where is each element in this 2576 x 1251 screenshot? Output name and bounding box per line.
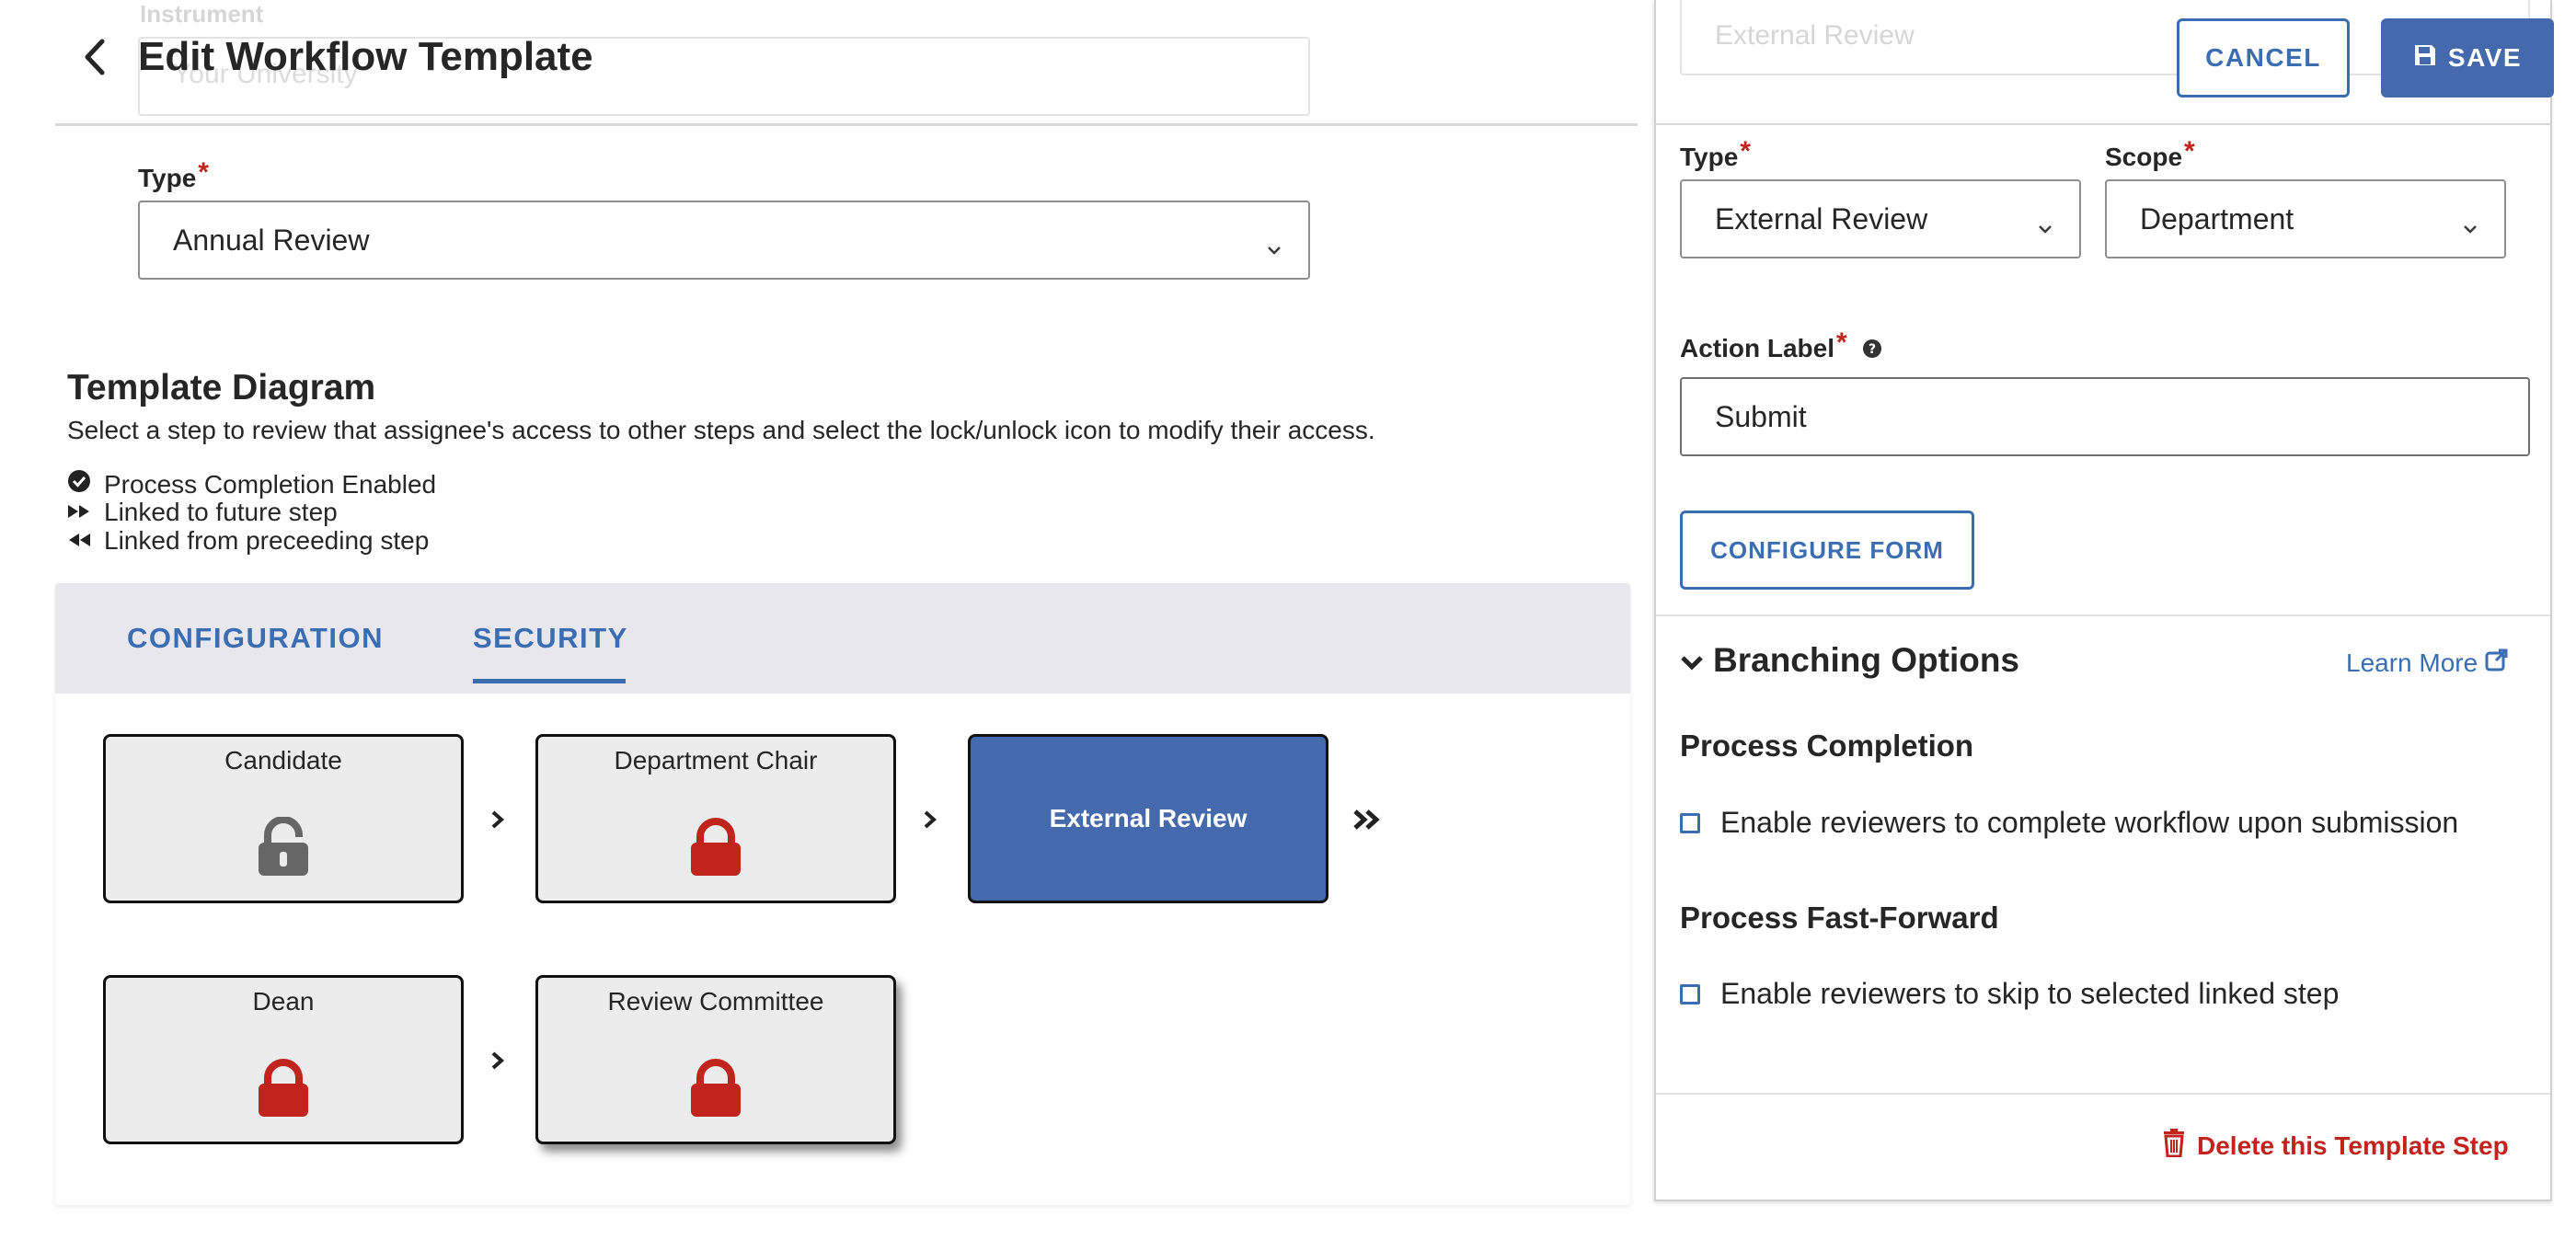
save-button-label: SAVE (2447, 43, 2523, 72)
type-label: Type* (138, 157, 209, 194)
type-label-text: Type (138, 164, 197, 192)
required-mark: * (1740, 136, 1751, 166)
diagram-title: Template Diagram (67, 368, 376, 407)
chevron-left-icon (82, 39, 106, 80)
learn-more-text: Learn More (2346, 648, 2478, 677)
scope-select[interactable]: Department (2105, 179, 2506, 258)
unlock-icon[interactable] (255, 816, 312, 882)
legend-completion: Process Completion Enabled (67, 469, 436, 499)
scope-label-text: Scope (2105, 143, 2183, 171)
branching-options-title: Branching Options (1713, 641, 2019, 679)
process-completion-checkbox-row[interactable]: Enable reviewers to complete workflow up… (1680, 806, 2458, 840)
cancel-button[interactable]: CANCEL (2177, 18, 2350, 98)
branching-options-toggle[interactable]: Branching Options (1680, 641, 2019, 680)
step-label: External Review (1049, 804, 1248, 832)
step-type-select-value: External Review (1715, 201, 1928, 235)
scope-select-value: Department (2140, 201, 2294, 235)
step-type-select[interactable]: External Review (1680, 179, 2081, 258)
scope-label: Scope* (2105, 136, 2195, 173)
action-label-input-value: Submit (1715, 399, 1807, 433)
delete-step-label: Delete this Template Step (2197, 1130, 2509, 1160)
lock-icon[interactable] (687, 817, 744, 882)
diagram-description: Select a step to review that assignee's … (67, 416, 1375, 444)
header-divider (55, 123, 1638, 126)
drawer-header-divider (1654, 123, 2552, 125)
chevron-right-icon (916, 806, 944, 833)
step-label: Review Committee (607, 987, 824, 1016)
process-fastforward-option-label: Enable reviewers to skip to selected lin… (1720, 977, 2340, 1010)
step-dean[interactable]: Dean (103, 975, 464, 1144)
chevron-down-icon (1266, 232, 1282, 266)
lock-icon[interactable] (255, 1058, 312, 1123)
legend-preceding: Linked from preceeding step (67, 526, 429, 556)
svg-text:?: ? (1869, 342, 1876, 357)
tab-configuration[interactable]: CONFIGURATION (127, 622, 384, 655)
instrument-label-ghost: Instrument (140, 0, 264, 28)
step-department-chair[interactable]: Department Chair (535, 734, 896, 903)
configure-form-button[interactable]: CONFIGURE FORM (1680, 511, 1974, 590)
process-completion-title: Process Completion (1680, 729, 1974, 763)
step-type-label: Type* (1680, 136, 1751, 173)
process-fastforward-title: Process Fast-Forward (1680, 901, 1999, 935)
learn-more-link[interactable]: Learn More (2346, 648, 2509, 678)
save-button[interactable]: SAVE (2381, 18, 2554, 98)
required-mark: * (1836, 327, 1847, 358)
step-label: Dean (252, 987, 315, 1016)
chevron-right-icon (484, 1047, 512, 1074)
type-select[interactable]: Annual Review (138, 201, 1310, 280)
action-label-input[interactable]: Submit (1680, 377, 2530, 456)
process-completion-option-label: Enable reviewers to complete workflow up… (1720, 806, 2459, 839)
lock-icon[interactable] (687, 1058, 744, 1123)
required-mark: * (198, 157, 209, 188)
drawer-divider (1656, 614, 2550, 616)
legend-completion-text: Process Completion Enabled (104, 469, 437, 499)
step-label: Department Chair (614, 746, 818, 775)
step-review-committee[interactable]: Review Committee (535, 975, 896, 1144)
trash-icon (2162, 1128, 2197, 1164)
legend-preceding-text: Linked from preceeding step (104, 526, 430, 555)
required-mark: * (2184, 136, 2195, 166)
legend-future: Linked to future step (67, 498, 338, 527)
floppy-disk-icon (2413, 43, 2448, 74)
process-completion-checkbox[interactable] (1680, 812, 1700, 833)
delete-step-button[interactable]: Delete this Template Step (2162, 1128, 2509, 1164)
tab-security[interactable]: SECURITY (473, 622, 628, 655)
chevron-down-icon (2037, 211, 2053, 245)
back-button[interactable] (66, 31, 121, 86)
step-type-label-text: Type (1680, 143, 1739, 171)
action-label-label: Action Label * ? (1680, 327, 1882, 364)
step-label: Candidate (224, 746, 342, 775)
legend-future-text: Linked to future step (104, 498, 338, 526)
action-label-label-text: Action Label (1680, 334, 1835, 362)
rewind-icon (67, 526, 104, 556)
page-title: Edit Workflow Template (138, 34, 593, 79)
check-circle-icon (67, 469, 104, 499)
process-fastforward-checkbox-row[interactable]: Enable reviewers to skip to selected lin… (1680, 977, 2339, 1011)
type-select-value: Annual Review (173, 223, 370, 257)
help-icon[interactable]: ? (1862, 339, 1882, 359)
fast-forward-icon (67, 498, 104, 527)
chevron-right-icon (484, 806, 512, 833)
chevron-down-icon (2462, 211, 2478, 245)
step-external-review[interactable]: External Review (968, 734, 1328, 903)
chevron-down-icon (1680, 641, 1713, 680)
drawer-footer-divider (1656, 1093, 2550, 1095)
external-link-icon (2478, 648, 2509, 678)
step-candidate[interactable]: Candidate (103, 734, 464, 903)
tab-security-indicator (473, 679, 626, 683)
process-fastforward-checkbox[interactable] (1680, 983, 1700, 1004)
fast-forward-icon (1351, 806, 1384, 833)
